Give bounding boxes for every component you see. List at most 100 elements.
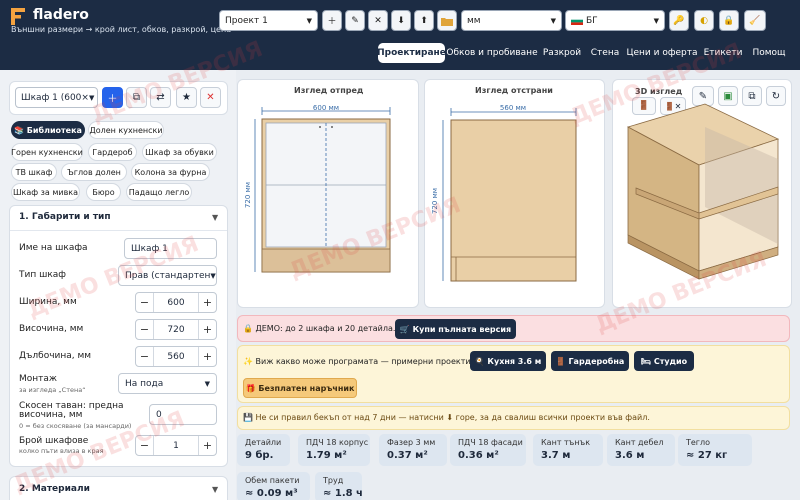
chip-tv-cabinet[interactable]: ТВ шкаф: [11, 163, 57, 181]
minus-icon[interactable]: −: [136, 320, 154, 339]
stat-thin-edge: Кант тънък 3.7 м: [533, 434, 603, 466]
chip-folding-bed[interactable]: Падащо легло: [126, 183, 192, 201]
mount-label: Монтаж: [19, 374, 58, 384]
clear-button[interactable]: 🧹: [744, 10, 766, 31]
tab-wall[interactable]: Стена: [588, 43, 622, 63]
tab-help[interactable]: Помощ: [749, 43, 789, 63]
example-studio-button[interactable]: 🛏 Студио: [634, 351, 694, 371]
plus-icon[interactable]: +: [198, 320, 216, 339]
buy-full-version-button[interactable]: 🛒 Купи пълната версия: [395, 319, 516, 339]
tab-hardware[interactable]: Обков и пробиване: [446, 43, 537, 63]
delete-project-button[interactable]: ✕: [368, 10, 388, 31]
new-project-button[interactable]: ＋: [322, 10, 342, 31]
stat-label: ПДЧ 18 корпус: [306, 438, 369, 447]
chip-desk[interactable]: Бюро: [86, 183, 121, 201]
plus-icon[interactable]: +: [198, 293, 216, 312]
language-select-value: БГ: [586, 15, 598, 26]
plus-icon[interactable]: +: [198, 436, 216, 455]
example-kitchen-button[interactable]: 🍳 Кухня 3.6 м: [470, 351, 546, 371]
project-select[interactable]: Проект 1 ▼: [219, 10, 318, 31]
chip-corner-lower[interactable]: Ъглов долен: [61, 163, 127, 181]
chip-wardrobe[interactable]: Гардероб: [88, 143, 137, 161]
copy-icon: ⧉: [132, 92, 141, 103]
chip-shoe-cabinet[interactable]: Шкаф за обувки: [142, 143, 217, 161]
section-dimensions-title[interactable]: 1. Габарити и тип: [19, 212, 111, 222]
license-key-button[interactable]: 🔑: [669, 10, 689, 31]
chevron-down-icon[interactable]: ▼: [212, 213, 218, 222]
stat-value: ≈ 1.8 ч: [323, 488, 363, 499]
width-label: Ширина, мм: [19, 297, 77, 307]
stat-label: Труд: [323, 476, 344, 485]
free-guide-button[interactable]: 🎁 Безплатен наръчник: [243, 378, 357, 398]
minus-icon[interactable]: −: [136, 436, 154, 455]
chevron-down-icon: ▼: [306, 16, 312, 25]
broom-icon: 🧹: [749, 15, 761, 26]
chip-sink-cabinet[interactable]: Шкаф за мивка: [11, 183, 80, 201]
side-view-drawing: 560 мм 720 мм: [431, 104, 577, 282]
count-sublabel: колко пъти влиза в края: [19, 447, 104, 455]
count-stepper[interactable]: − 1 +: [135, 435, 217, 456]
upload-button[interactable]: ⬆: [414, 10, 434, 31]
fladero-logo-icon: [11, 8, 25, 25]
chip-upper-kitchen[interactable]: Горен кухненски: [11, 143, 83, 161]
chevron-down-icon: ▼: [653, 16, 659, 25]
plus-icon[interactable]: +: [198, 347, 216, 366]
mount-select[interactable]: На пода ▼: [118, 373, 217, 394]
stat-weight: Тегло ≈ 27 кг: [678, 434, 752, 466]
slope-label-line2: височина, мм: [19, 410, 83, 420]
cabinet-type-select[interactable]: Прав (стандартен ▼: [118, 265, 217, 286]
stat-label: Фазер 3 мм: [387, 438, 436, 447]
count-value[interactable]: 1: [154, 436, 198, 455]
app-name: fladero: [33, 7, 89, 23]
delete-cabinet-button[interactable]: ✕: [200, 87, 221, 108]
height-value[interactable]: 720: [154, 320, 198, 339]
slope-sublabel: 0 = без скосяване (за мансарди): [19, 422, 132, 430]
rename-project-button[interactable]: ✎: [345, 10, 365, 31]
minus-icon[interactable]: −: [136, 293, 154, 312]
cabinet-name-label: Име на шкафа: [19, 243, 88, 253]
width-stepper[interactable]: − 600 +: [135, 292, 217, 313]
add-cabinet-button[interactable]: ＋: [102, 87, 123, 108]
depth-stepper[interactable]: − 560 +: [135, 346, 217, 367]
chip-oven-column[interactable]: Колона за фурна: [131, 163, 210, 181]
copy-cabinet-button[interactable]: ⧉: [126, 87, 147, 108]
cabinet-select[interactable]: Шкаф 1 (600× ▼: [15, 87, 98, 108]
slope-height-input[interactable]: 0: [149, 404, 217, 425]
depth-value[interactable]: 560: [154, 347, 198, 366]
key-icon: 🔑: [673, 15, 685, 26]
side-depth-label: 560 мм: [500, 104, 526, 112]
open-folder-button[interactable]: [437, 10, 457, 31]
minus-icon[interactable]: −: [136, 347, 154, 366]
stat-package-volume: Обем пакети ≈ 0.09 м³: [237, 472, 310, 500]
tab-design[interactable]: Проектиране: [377, 43, 446, 63]
count-label: Брой шкафове: [19, 436, 89, 446]
front-width-label: 600 мм: [313, 104, 339, 112]
swap-cabinet-button[interactable]: ⇄: [150, 87, 171, 108]
unit-select[interactable]: мм ▼: [461, 10, 562, 31]
cabinet-select-value: Шкаф 1 (600×: [21, 92, 89, 103]
language-select[interactable]: БГ ▼: [565, 10, 665, 31]
theme-toggle-button[interactable]: ◐: [694, 10, 714, 31]
stat-value: 3.7 м: [541, 450, 571, 461]
stat-carcass-board: ПДЧ 18 корпус 1.79 м²: [298, 434, 370, 466]
section-materials-title[interactable]: 2. Материали: [19, 484, 90, 494]
stat-parts: Детайли 9 бр.: [237, 434, 290, 466]
pencil-icon: ✎: [351, 15, 359, 26]
width-value[interactable]: 600: [154, 293, 198, 312]
cabinet-name-input[interactable]: Шкаф 1: [124, 238, 217, 259]
close-icon: ✕: [374, 15, 382, 26]
tab-cutting[interactable]: Разкрой: [538, 43, 586, 63]
lock-button[interactable]: 🔒: [719, 10, 739, 31]
library-button[interactable]: 📚 Библиотека: [11, 121, 85, 139]
download-button[interactable]: ⬇: [391, 10, 411, 31]
stat-value: ≈ 0.09 м³: [245, 488, 298, 499]
tab-prices[interactable]: Цени и оферта: [626, 43, 697, 63]
section-divider: [10, 230, 227, 231]
mount-sublabel: за изгледа „Стена“: [19, 386, 86, 394]
chevron-down-icon[interactable]: ▼: [212, 485, 218, 494]
height-stepper[interactable]: − 720 +: [135, 319, 217, 340]
favorite-cabinet-button[interactable]: ★: [176, 87, 197, 108]
chip-lower-kitchen[interactable]: Долен кухненски: [88, 121, 164, 139]
tab-labels[interactable]: Етикети: [700, 43, 746, 63]
example-wardrobe-button[interactable]: 🚪 Гардеробна: [551, 351, 629, 371]
